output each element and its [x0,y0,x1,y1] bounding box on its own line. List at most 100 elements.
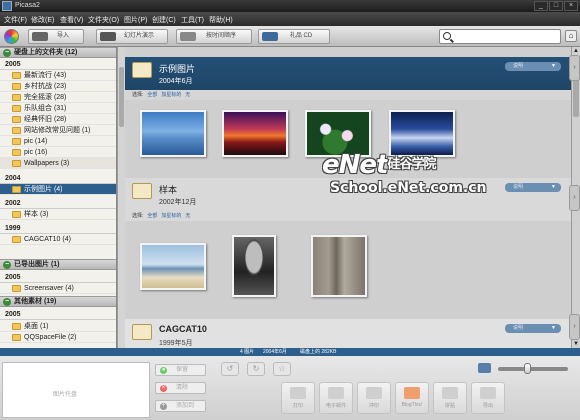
folder-item[interactable]: 最新流行 (43) [0,70,116,81]
select-all-link[interactable]: 全部 [147,213,157,219]
menu-file[interactable]: 文件(F) [4,15,27,25]
select-starred-link[interactable]: 加星标的 [161,213,181,219]
collapse-icon: − [3,261,11,269]
menu-view[interactable]: 查看(V) [60,15,83,25]
watermark-logo: eNet硅谷学院 [322,150,436,180]
photo-thumbnail-sunset[interactable] [222,110,288,157]
zoom-slider-handle[interactable] [524,363,531,374]
close-button[interactable]: × [564,1,578,11]
rotate-right-icon[interactable]: ↻ [247,362,265,376]
photo-thumbnail-door[interactable] [311,235,367,297]
thumbnail-grid [125,221,571,317]
photo-thumbnail-blue-hills[interactable] [140,110,206,157]
folder-icon [12,72,21,79]
description-dropdown[interactable]: 说明 [505,62,561,71]
sidebar-scrollbar[interactable] [117,47,125,348]
side-handle-icon[interactable]: › [569,314,580,340]
section-header-cagcat10[interactable]: CAGCAT10 1999年5月 说明 [125,319,571,348]
import-button[interactable]: 导入 [28,29,84,44]
folder-icon [12,105,21,112]
menu-picture[interactable]: 图片(P) [124,15,147,25]
folder-item[interactable]: 样本 (3) [0,209,116,220]
folder-icon [12,116,21,123]
gift-cd-button[interactable]: 礼品 CD [258,29,330,44]
group-other[interactable]: − 其他素材 (19) [0,296,116,307]
blogthis-button[interactable]: BlogThis! [395,382,429,414]
blogger-icon [404,387,420,399]
side-handle-icon[interactable]: › [569,185,580,211]
maximize-button[interactable]: □ [549,1,563,11]
folder-item[interactable]: pic (14) [0,136,116,147]
clear-search-button[interactable]: ⌂ [565,30,577,42]
section-header-samples[interactable]: 示例图片 2004年6月 说明 [125,57,571,90]
zoom-image-icon [478,363,491,373]
year-header: 2005 [0,309,116,320]
folder-item[interactable]: Wallpapers (3) [0,158,116,169]
folder-item-selected[interactable]: 示例图片 (4) [0,184,116,195]
menu-folder[interactable]: 文件夹(O) [88,15,119,25]
select-all-link[interactable]: 全部 [147,92,157,98]
zoom-slider[interactable] [498,363,568,374]
menu-create[interactable]: 创建(C) [152,15,176,25]
select-none-link[interactable]: 无 [185,92,190,98]
folder-item[interactable]: 乡村抗战 (23) [0,81,116,92]
email-button[interactable]: 电子邮件 [319,382,353,414]
menu-edit[interactable]: 修改(E) [31,15,54,25]
picasa-logo-icon [4,29,19,44]
photo-thumbnail-beach[interactable] [140,243,206,290]
star-icon[interactable]: ☆ [273,362,291,376]
description-dropdown[interactable]: 说明 [505,324,561,333]
clear-button[interactable]: × 清除 [155,382,206,394]
side-handle-icon[interactable]: › [569,55,580,81]
title-bar: Picasa2 _ □ × [0,0,580,12]
folder-item[interactable]: 经典怀旧 (28) [0,114,116,125]
folder-item[interactable]: QQSpaceFile (2) [0,332,116,343]
folder-item[interactable]: 网站修改常见问题 (1) [0,125,116,136]
minimize-button[interactable]: _ [534,1,548,11]
photo-thumbnail-portrait[interactable] [232,235,276,297]
sidebar-scroll-thumb[interactable] [119,67,124,127]
search-input[interactable] [439,29,561,44]
folder-icon [12,186,21,193]
print-button[interactable]: 打印 [281,382,315,414]
menu-tools[interactable]: 工具(T) [181,15,204,25]
folder-icon [12,94,21,101]
folder-sidebar: − 硬盘上的文件夹 (12) 2005 最新流行 (43) 乡村抗战 (23) … [0,47,117,348]
order-prints-button[interactable]: 冲印 [357,382,391,414]
folder-item[interactable]: 桌面 (1) [0,321,116,332]
folder-item[interactable]: Screensaver (4) [0,283,116,294]
export-button[interactable]: 导出 [471,382,505,414]
picasa-window: Picasa2 _ □ × 文件(F) 修改(E) 查看(V) 文件夹(O) 图… [0,0,580,420]
select-none-link[interactable]: 无 [185,213,190,219]
photo-library: 示例图片 2004年6月 说明 选择:全部加星标的无 样本 2002年12月 说… [125,47,571,348]
scroll-up-icon[interactable]: ▲ [572,47,580,55]
status-bar: 4 图片 2004年6月 磁盘上的 282KB [0,348,580,356]
folder-icon [12,323,21,330]
picture-tray[interactable]: 图片托盘 [2,362,150,418]
prints-icon [366,387,382,399]
group-disk-folders[interactable]: − 硬盘上的文件夹 (12) [0,47,116,58]
folder-item[interactable]: 完全摇滚 (28) [0,92,116,103]
export-icon [480,387,496,399]
menu-help[interactable]: 帮助(H) [209,15,233,25]
status-count: 4 图片 [240,349,255,355]
select-starred-link[interactable]: 加星标的 [161,92,181,98]
folder-icon [12,285,21,292]
folder-item[interactable]: pic (16) [0,147,116,158]
folder-icon [12,236,21,243]
folder-item[interactable]: CAGCAT10 (4) [0,234,116,245]
timeline-button[interactable]: 按时间顺序 [176,29,252,44]
rotate-left-icon[interactable]: ↺ [221,362,239,376]
slideshow-button[interactable]: 幻灯片演示 [96,29,168,44]
group-exported[interactable]: − 已导出图片 (1) [0,259,116,270]
description-dropdown[interactable]: 说明 [505,183,561,192]
scroll-down-icon[interactable]: ▼ [572,340,580,348]
folder-item[interactable]: 乐队组合 (31) [0,103,116,114]
add-to-button[interactable]: + 添加到 [155,400,206,412]
year-header: 2004 [0,173,116,184]
folder-icon [12,334,21,341]
menu-bar: 文件(F) 修改(E) 查看(V) 文件夹(O) 图片(P) 创建(C) 工具(… [0,12,580,26]
collage-button[interactable]: 拼贴 [433,382,467,414]
clear-icon: × [160,385,167,392]
hold-button[interactable]: ● 保留 [155,364,206,376]
